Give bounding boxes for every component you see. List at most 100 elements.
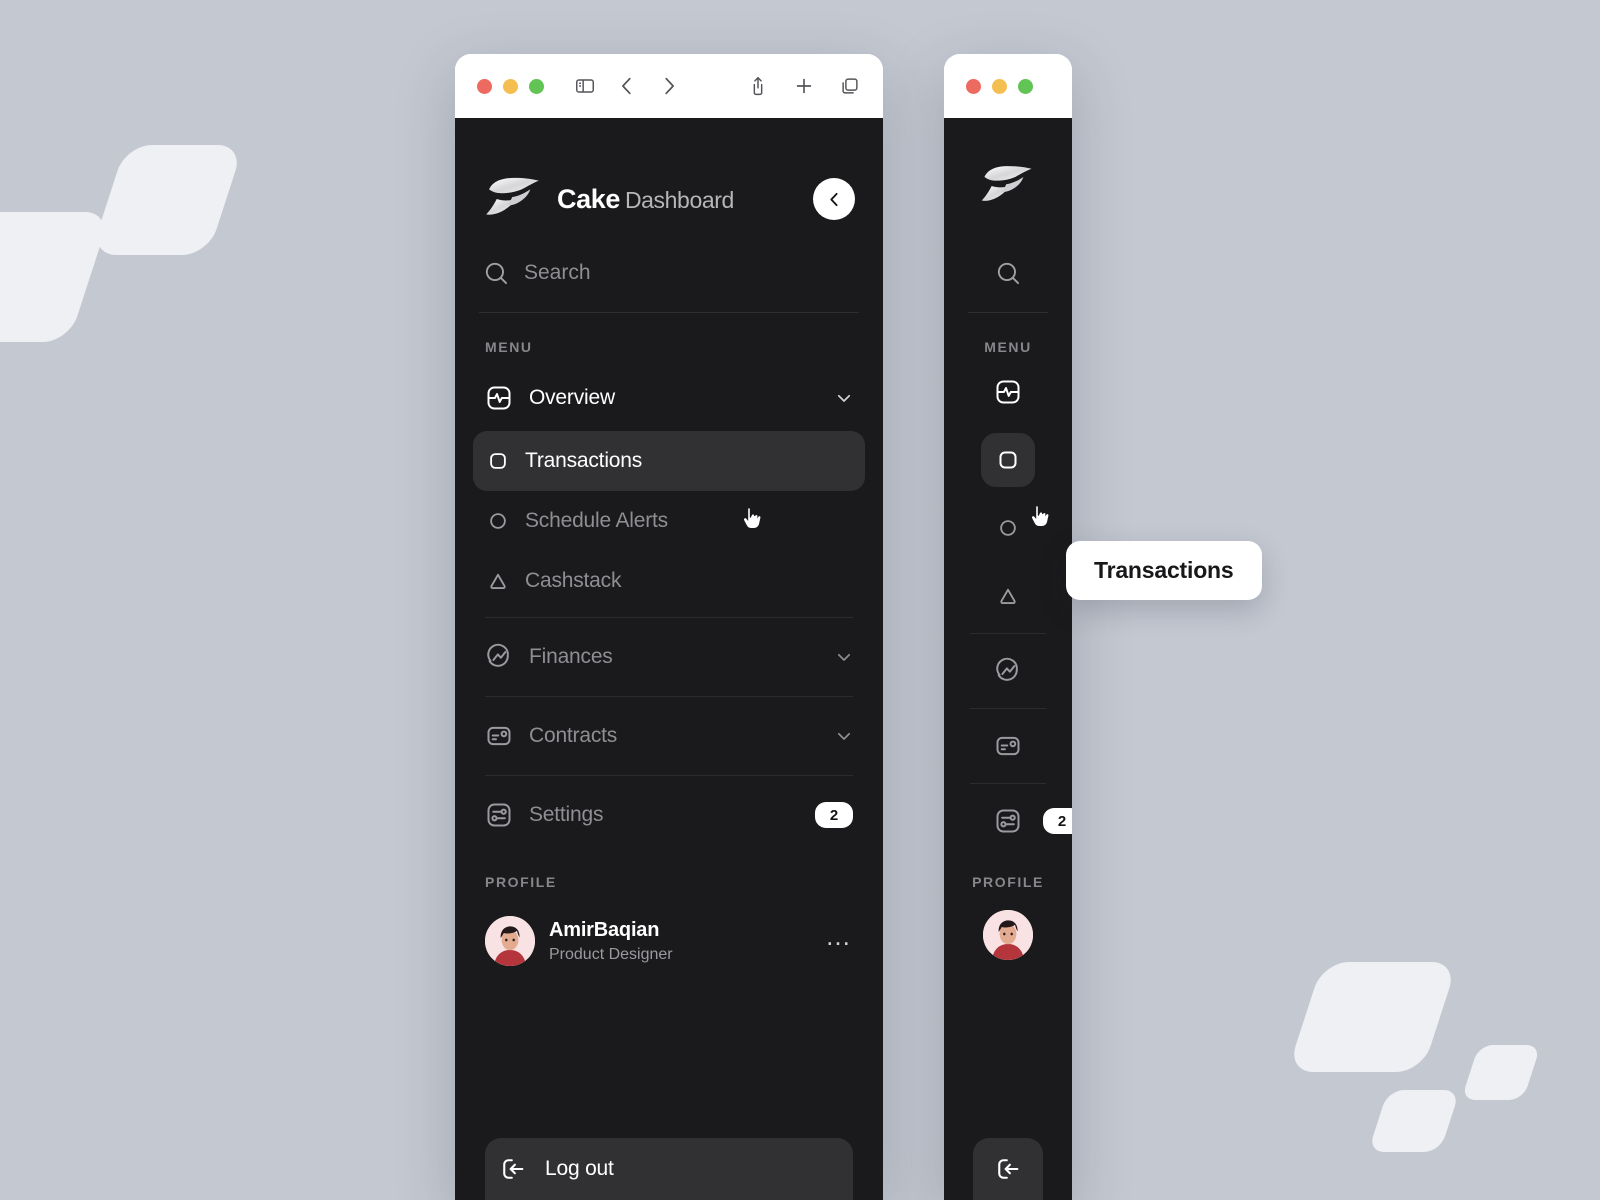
collapsed-sidebar-item-cashstack[interactable] — [981, 569, 1035, 623]
collapsed-contracts-divider — [970, 783, 1046, 784]
transactions-tooltip: Transactions — [1066, 541, 1262, 600]
profile-section-label: PROFILE — [972, 874, 1044, 890]
collapsed-menu-divider — [970, 633, 1046, 634]
triangle-icon — [1000, 588, 1016, 604]
trend-circle-icon — [996, 657, 1018, 681]
sidebar-item-cashstack[interactable]: Cashstack — [473, 551, 865, 611]
browser-nav-icons — [574, 75, 680, 97]
share-icon[interactable] — [747, 75, 769, 97]
profile-section-label: PROFILE — [485, 874, 557, 890]
menu-list-contracts: Contracts — [455, 703, 883, 769]
chevron-down-icon[interactable] — [835, 389, 853, 407]
brand-name: Cake — [557, 183, 620, 214]
chevron-down-icon[interactable] — [835, 727, 853, 745]
circle-icon — [1000, 520, 1016, 536]
browser-titlebar — [455, 54, 883, 118]
collapsed-finances-divider — [970, 708, 1046, 709]
sidebar-item-contracts[interactable]: Contracts — [473, 703, 865, 769]
background-shape — [1367, 1090, 1461, 1152]
background-shape — [1461, 1045, 1541, 1100]
activity-square-icon — [996, 380, 1020, 404]
collapsed-sidebar-item-finances[interactable] — [981, 644, 1035, 698]
sidebar-item-schedule-alerts[interactable]: Schedule Alerts — [473, 491, 865, 551]
collapsed-menu-list — [944, 365, 1072, 623]
collapsed-sidebar-panel: MENU 2 PROFILE — [944, 118, 1072, 1200]
collapsed-sidebar-item-overview[interactable] — [981, 365, 1035, 419]
collapsed-search-button[interactable] — [944, 234, 1072, 312]
brand-subtitle: Dashboard — [624, 186, 734, 213]
profile-row[interactable]: AmirBaqian Product Designer … — [455, 900, 883, 976]
minimize-window-button[interactable] — [992, 78, 1007, 94]
maximize-window-button[interactable] — [1018, 78, 1033, 94]
activity-square-icon — [485, 384, 513, 412]
id-card-icon — [485, 722, 513, 750]
search-icon — [483, 260, 510, 287]
collapsed-sidebar-window: MENU 2 PROFILE — [944, 54, 1072, 1200]
avatar — [983, 910, 1033, 960]
brand-title: Cake Dashboard — [557, 184, 734, 215]
profile-text: AmirBaqian Product Designer — [549, 917, 673, 966]
collapse-sidebar-button[interactable] — [813, 178, 855, 220]
cake-logo-icon — [979, 164, 1037, 208]
sidebar-item-label: Transactions — [525, 449, 643, 472]
collapsed-menu-settings: 2 — [944, 794, 1072, 848]
logout-button[interactable]: Log out — [485, 1138, 853, 1200]
sidebar-item-label: Finances — [529, 645, 613, 668]
menu-list-secondary: Finances — [455, 624, 883, 690]
menu-list: Overview Transactions Schedule Alerts Ca… — [455, 365, 883, 611]
status-badge: 2 — [1043, 808, 1072, 834]
search-icon — [995, 260, 1022, 287]
menu-list-settings: Settings 2 — [455, 782, 883, 848]
logout-icon — [499, 1155, 527, 1183]
collapsed-sidebar-item-transactions[interactable] — [981, 433, 1035, 487]
browser-action-icons — [747, 75, 861, 97]
sidebar-item-transactions[interactable]: Transactions — [473, 431, 865, 491]
browser-titlebar-collapsed — [944, 54, 1072, 118]
tabs-icon[interactable] — [839, 75, 861, 97]
logout-label: Log out — [545, 1157, 614, 1180]
triangle-icon — [487, 570, 509, 592]
new-tab-icon[interactable] — [793, 75, 815, 97]
finances-divider — [485, 696, 853, 697]
avatar — [485, 916, 535, 966]
background-shape — [1287, 962, 1458, 1072]
sidebar-icon[interactable] — [574, 75, 596, 97]
collapsed-logout-button[interactable] — [973, 1138, 1043, 1200]
profile-more-button[interactable]: … — [825, 923, 853, 953]
collapsed-menu-finances — [944, 644, 1072, 698]
background-shape — [90, 145, 244, 255]
collapsed-sidebar-item-contracts[interactable] — [981, 719, 1035, 773]
sidebar-item-label: Contracts — [529, 724, 618, 747]
search-input[interactable] — [524, 261, 855, 285]
collapsed-brand-row — [944, 118, 1072, 234]
search-row[interactable] — [455, 234, 883, 312]
background-shape — [0, 212, 112, 342]
minimize-window-button[interactable] — [503, 78, 518, 94]
sliders-square-icon — [485, 801, 513, 829]
brand-row: Cake Dashboard — [455, 118, 883, 234]
menu-divider — [485, 617, 853, 618]
sidebar-item-label: Cashstack — [525, 569, 622, 592]
menu-section-label: MENU — [485, 339, 533, 355]
chevron-down-icon[interactable] — [835, 648, 853, 666]
cake-logo-icon — [483, 176, 545, 222]
sidebar-item-settings[interactable]: Settings 2 — [473, 782, 865, 848]
collapsed-profile-row[interactable] — [944, 900, 1072, 976]
back-icon[interactable] — [616, 75, 638, 97]
collapsed-sidebar-item-schedule-alerts[interactable] — [981, 501, 1035, 555]
profile-role: Product Designer — [549, 945, 673, 963]
sidebar-item-label: Schedule Alerts — [525, 509, 668, 532]
logout-icon — [994, 1155, 1022, 1183]
sidebar-item-overview[interactable]: Overview — [473, 365, 865, 431]
close-window-button[interactable] — [477, 78, 492, 94]
forward-icon[interactable] — [658, 75, 680, 97]
square-rounded-icon — [999, 451, 1017, 469]
collapsed-menu-contracts — [944, 719, 1072, 773]
sliders-square-icon — [996, 809, 1020, 833]
sidebar-item-label: Settings — [529, 803, 604, 826]
sidebar-item-finances[interactable]: Finances — [473, 624, 865, 690]
collapsed-sidebar-item-settings[interactable]: 2 — [981, 794, 1072, 848]
maximize-window-button[interactable] — [529, 78, 544, 94]
close-window-button[interactable] — [966, 78, 981, 94]
circle-icon — [487, 510, 509, 532]
